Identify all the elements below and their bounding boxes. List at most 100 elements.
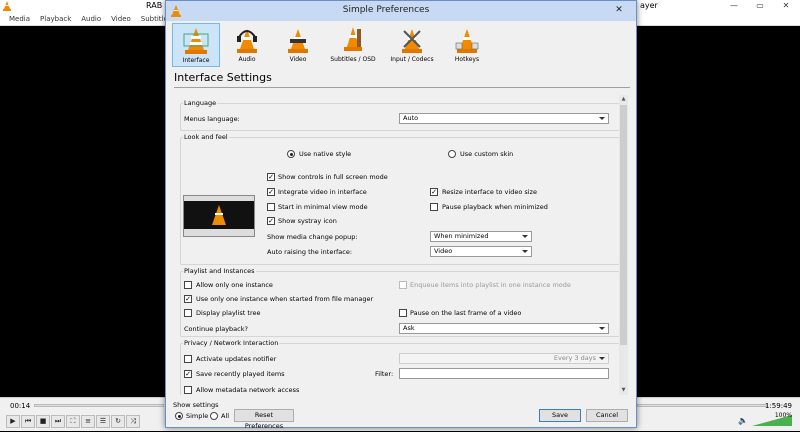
- seek-bar[interactable]: [34, 404, 164, 407]
- extended-settings-icon[interactable]: ≡: [81, 415, 95, 428]
- updates-frequency-select[interactable]: Every 3 days: [399, 353, 609, 364]
- chevron-down-icon: [599, 357, 605, 360]
- group-title: Look and feel: [183, 133, 229, 141]
- chevron-down-icon: [599, 117, 605, 120]
- native-style-radio[interactable]: [287, 150, 295, 158]
- vlc-title-left: RAB: [146, 1, 163, 10]
- audio-cone-icon: [237, 29, 257, 53]
- playlist-tree-label: Display playlist tree: [196, 309, 261, 317]
- systray-checkbox[interactable]: ✓: [267, 217, 275, 225]
- reset-preferences-button[interactable]: Reset Preferences: [234, 409, 294, 430]
- category-tabs: Interface Audio Video Subtitles / OSD In…: [172, 23, 491, 68]
- language-group: Language Menus language: Auto: [180, 99, 620, 131]
- menu-audio[interactable]: Audio: [76, 15, 106, 23]
- group-title: Playlist and Instances: [183, 267, 256, 275]
- combo-value: Ask: [403, 324, 415, 332]
- combo-value: Auto: [403, 114, 419, 122]
- pause-last-frame-label: Pause on the last frame of a video: [410, 309, 522, 317]
- one-instance-file-checkbox[interactable]: ✓: [184, 295, 192, 303]
- hotkeys-cone-icon: [455, 29, 479, 53]
- tab-label: Video: [289, 56, 307, 63]
- previous-icon[interactable]: ⏮: [21, 415, 35, 428]
- all-radio[interactable]: [210, 412, 218, 420]
- updates-notifier-checkbox[interactable]: [184, 355, 192, 363]
- minimize-icon[interactable]: —: [722, 0, 746, 11]
- menu-media[interactable]: Media: [4, 15, 35, 23]
- seek-bar-right[interactable]: [637, 404, 767, 407]
- playlist-tree-checkbox[interactable]: [184, 309, 192, 317]
- media-popup-select[interactable]: When minimized: [430, 231, 532, 242]
- resize-interface-checkbox[interactable]: ✓: [430, 188, 438, 196]
- recent-items-checkbox[interactable]: ✓: [184, 370, 192, 378]
- close-icon[interactable]: ✕: [605, 3, 633, 18]
- minimal-view-checkbox[interactable]: [267, 203, 275, 211]
- tab-label: Interface: [182, 57, 210, 64]
- loop-icon[interactable]: ↻: [111, 415, 125, 428]
- tab-video[interactable]: Video: [274, 23, 322, 67]
- chevron-down-icon: [522, 250, 528, 253]
- integrate-video-label: Integrate video in interface: [278, 188, 367, 196]
- input-codecs-cone-icon: [402, 29, 422, 53]
- volume-percent: 100%: [774, 412, 792, 419]
- tab-input-codecs[interactable]: Input / Codecs: [384, 23, 440, 67]
- enqueue-label: Enqueue items into playlist in one insta…: [410, 281, 571, 289]
- combo-value: When minimized: [434, 232, 489, 240]
- stop-icon[interactable]: ■: [36, 415, 50, 428]
- one-instance-file-label: Use only one instance when started from …: [196, 295, 374, 303]
- restore-icon[interactable]: ▭: [748, 0, 772, 11]
- close-icon[interactable]: ✕: [774, 0, 798, 11]
- auto-raise-label: Auto raising the interface:: [267, 248, 353, 256]
- continue-playback-select[interactable]: Ask: [399, 323, 609, 334]
- simple-label: Simple: [186, 412, 209, 420]
- tab-label: Audio: [238, 56, 256, 63]
- settings-scroll-area[interactable]: Language Menus language: Auto Look and f…: [180, 95, 626, 395]
- filter-input[interactable]: [399, 368, 609, 379]
- menus-language-select[interactable]: Auto: [399, 113, 609, 124]
- preview-vlc-cone-icon: [184, 196, 254, 236]
- playlist-icon[interactable]: ☰: [96, 415, 110, 428]
- custom-skin-radio[interactable]: [448, 150, 456, 158]
- pause-last-frame-checkbox[interactable]: [399, 309, 407, 317]
- save-button[interactable]: Save: [539, 409, 581, 422]
- recent-items-label: Save recently played items: [196, 370, 285, 378]
- chevron-down-icon: [599, 327, 605, 330]
- menu-playback[interactable]: Playback: [35, 15, 76, 23]
- integrate-video-checkbox[interactable]: ✓: [267, 188, 275, 196]
- tab-audio[interactable]: Audio: [223, 23, 271, 67]
- one-instance-label: Allow only one instance: [196, 281, 273, 289]
- tab-subtitles[interactable]: Subtitles / OSD: [325, 23, 381, 67]
- metadata-access-checkbox[interactable]: [184, 386, 192, 394]
- settings-scrollbar[interactable]: ▲ ▼: [619, 95, 628, 395]
- tab-interface[interactable]: Interface: [172, 23, 220, 67]
- scroll-down-icon[interactable]: ▼: [619, 386, 628, 395]
- auto-raise-select[interactable]: Video: [430, 246, 532, 257]
- volume-icon[interactable]: 🔈: [738, 416, 748, 425]
- cancel-button[interactable]: Cancel: [586, 409, 628, 422]
- interface-preview-image: [183, 195, 255, 237]
- all-label: All: [221, 412, 230, 420]
- scrollbar-thumb[interactable]: [620, 105, 627, 345]
- one-instance-checkbox[interactable]: [184, 281, 192, 289]
- playlist-instances-group: Playlist and Instances Allow only one in…: [180, 267, 620, 337]
- pause-minimized-checkbox[interactable]: [430, 203, 438, 211]
- vlc-title-right: ayer: [640, 1, 658, 10]
- play-icon[interactable]: ▶: [6, 415, 20, 428]
- look-and-feel-group: Look and feel Use native style Use custo…: [180, 133, 620, 265]
- scroll-up-icon[interactable]: ▲: [619, 95, 628, 104]
- fullscreen-icon[interactable]: ⛶: [66, 415, 80, 428]
- custom-skin-label: Use custom skin: [460, 150, 514, 158]
- subtitles-cone-icon: [344, 27, 362, 51]
- menu-video[interactable]: Video: [106, 15, 136, 23]
- fullscreen-controls-checkbox[interactable]: ✓: [267, 173, 275, 181]
- interface-cone-icon: [183, 28, 209, 54]
- tab-hotkeys[interactable]: Hotkeys: [443, 23, 491, 67]
- section-divider: [174, 87, 630, 88]
- fullscreen-controls-label: Show controls in full screen mode: [278, 173, 388, 181]
- preferences-dialog: Simple Preferences ✕ Interface Audio Vid…: [165, 0, 637, 430]
- next-icon[interactable]: ⏭: [51, 415, 65, 428]
- random-icon[interactable]: ⤨: [126, 415, 140, 428]
- menus-language-label: Menus language:: [184, 115, 240, 123]
- enqueue-checkbox[interactable]: [399, 281, 407, 289]
- group-title: Language: [183, 99, 218, 107]
- simple-radio[interactable]: [175, 412, 183, 420]
